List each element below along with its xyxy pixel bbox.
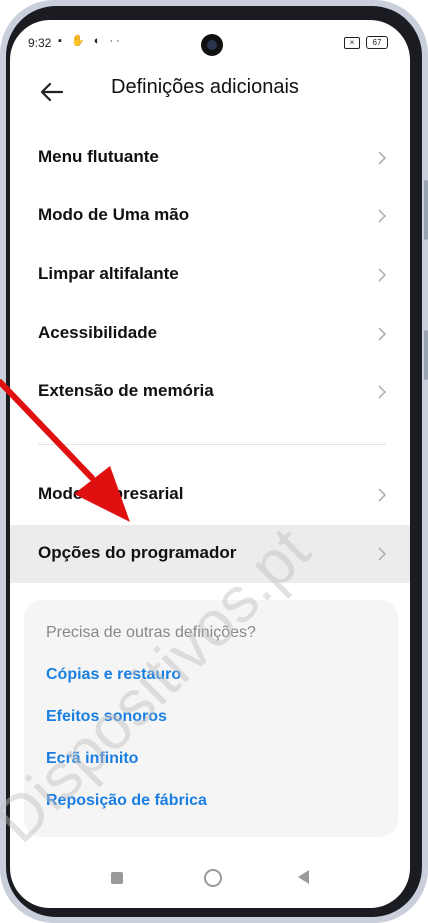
screen: 9:32 ▪ ✋ ◐ ·· × 67 Definições adicionais… <box>10 20 410 908</box>
link-efeitos-sonoros[interactable]: Efeitos sonoros <box>46 708 167 726</box>
page-header: Definições adicionais <box>10 64 410 120</box>
chevron-right-icon <box>378 547 387 561</box>
page-title: Definições adicionais <box>111 76 299 98</box>
settings-item-acessibilidade[interactable]: Acessibilidade <box>10 305 410 363</box>
status-bar: 9:32 ▪ ✋ ◐ ·· × 67 <box>10 20 410 64</box>
power-button <box>424 330 428 380</box>
settings-item-limpar-altifalante[interactable]: Limpar altifalante <box>10 246 410 304</box>
back-triangle-icon[interactable] <box>298 870 309 884</box>
settings-item-label: Acessibilidade <box>38 323 158 342</box>
chevron-right-icon <box>378 327 387 341</box>
settings-item-label: Extensão de memória <box>38 381 214 400</box>
settings-item-extensao-memoria[interactable]: Extensão de memória <box>10 363 410 421</box>
front-camera <box>201 34 223 56</box>
chevron-right-icon <box>378 385 387 399</box>
section-divider <box>38 444 386 445</box>
notification-icons: ▪ ✋ ◐ ·· <box>58 35 123 47</box>
settings-item-label: Menu flutuante <box>38 147 159 166</box>
settings-item-modo-empresarial[interactable]: Modo empresarial <box>10 466 410 524</box>
settings-item-label: Modo de Uma mão <box>38 205 190 224</box>
link-ecra-infinito[interactable]: Ecrã infinito <box>46 750 138 768</box>
volume-button <box>424 180 428 240</box>
suggestions-card: Precisa de outras definições? Cópias e r… <box>24 600 398 837</box>
home-icon[interactable] <box>204 869 222 887</box>
settings-item-label: Opções do programador <box>38 543 237 562</box>
link-reposicao-fabrica[interactable]: Reposição de fábrica <box>46 792 207 810</box>
link-copias-restauro[interactable]: Cópias e restauro <box>46 666 181 684</box>
settings-item-modo-uma-mao[interactable]: Modo de Uma mão <box>10 187 410 245</box>
status-right: × 67 <box>344 36 388 49</box>
no-sim-icon: × <box>344 36 360 49</box>
chevron-right-icon <box>378 209 387 223</box>
settings-item-menu-flutuante[interactable]: Menu flutuante <box>10 129 410 187</box>
battery-icon: 67 <box>366 36 388 49</box>
chevron-right-icon <box>378 488 387 502</box>
chevron-right-icon <box>378 151 387 165</box>
navigation-bar <box>10 848 410 908</box>
phone-frame: 9:32 ▪ ✋ ◐ ·· × 67 Definições adicionais… <box>0 0 428 923</box>
recent-apps-icon[interactable] <box>111 872 123 884</box>
settings-item-label: Modo empresarial <box>38 484 184 503</box>
suggestions-hint: Precisa de outras definições? <box>46 624 256 641</box>
back-arrow-icon[interactable] <box>38 78 66 106</box>
settings-item-label: Limpar altifalante <box>38 264 179 283</box>
chevron-right-icon <box>378 268 387 282</box>
settings-item-opcoes-programador[interactable]: Opções do programador <box>10 525 410 583</box>
status-time: 9:32 <box>28 36 52 50</box>
